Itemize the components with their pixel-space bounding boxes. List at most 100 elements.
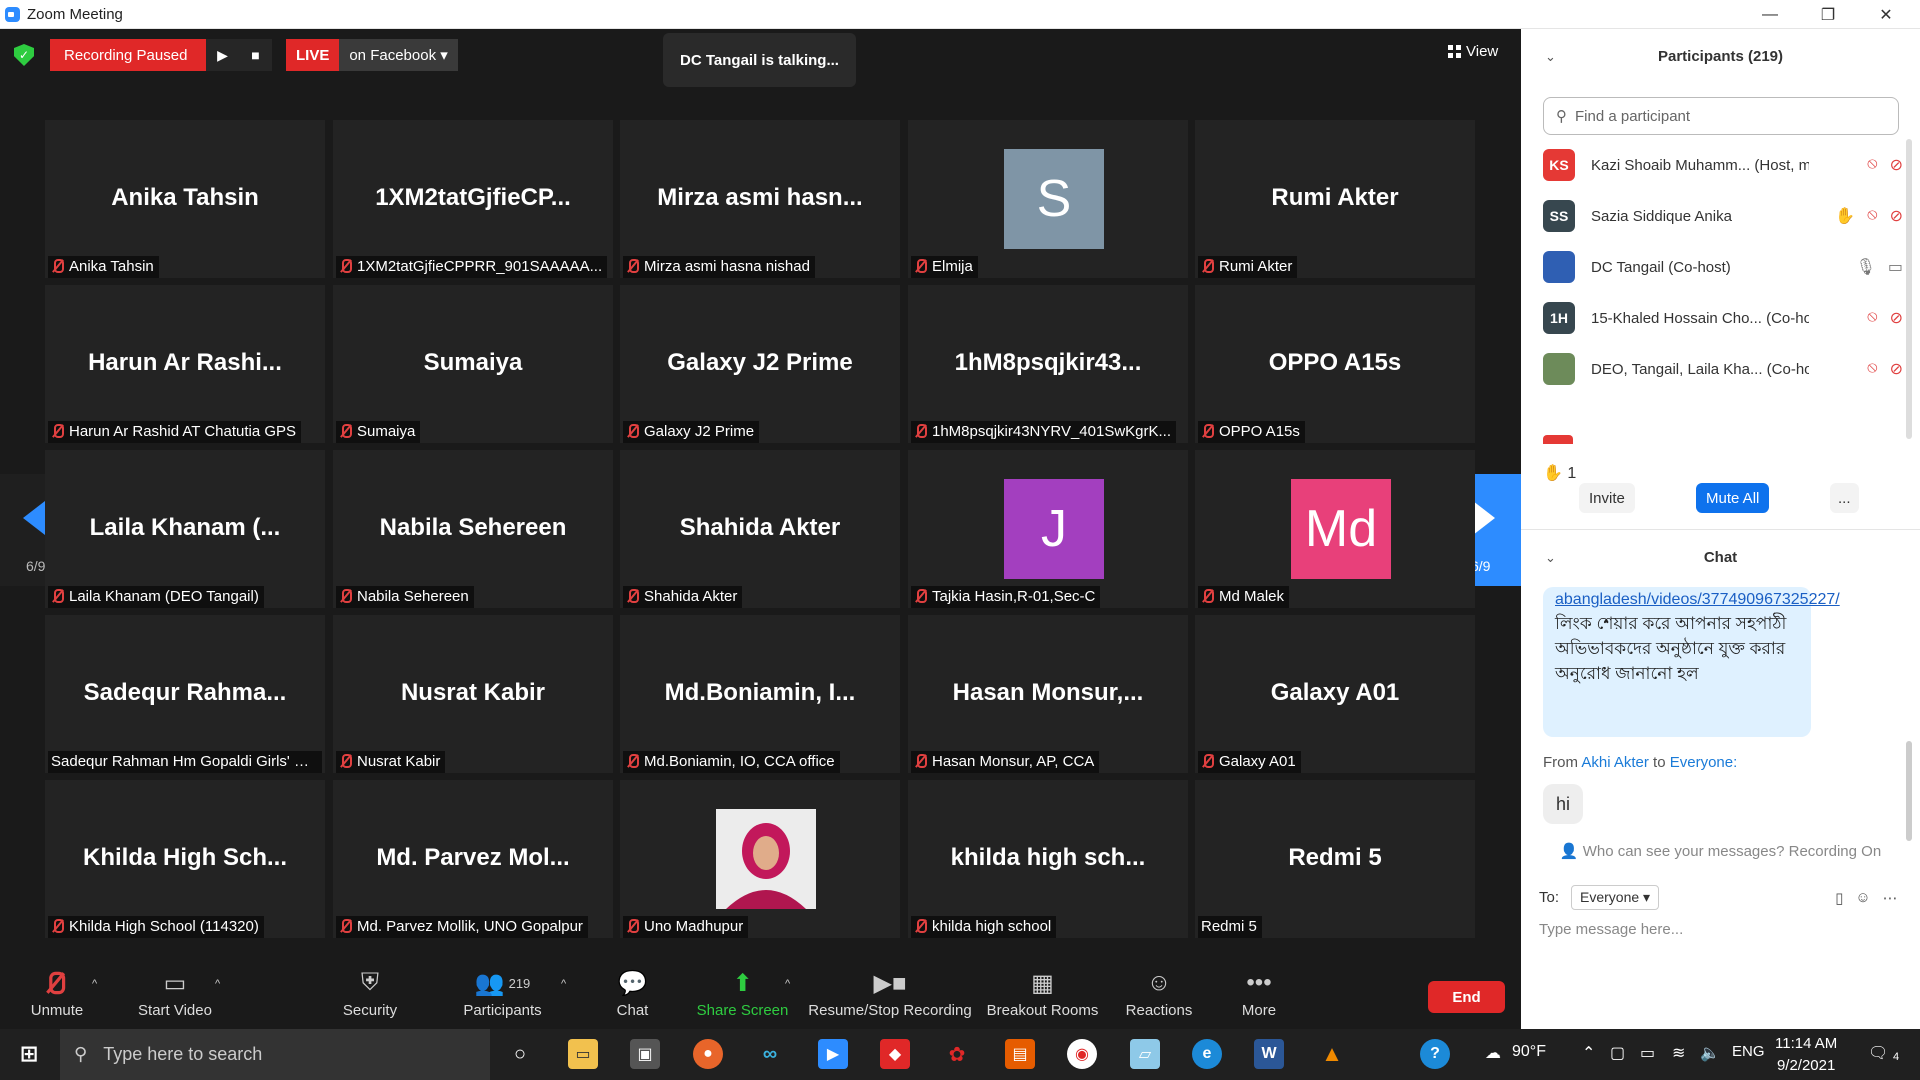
video-tile[interactable]: S Elmija xyxy=(908,120,1188,278)
video-tile[interactable]: Nabila Sehereen Nabila Sehereen xyxy=(333,450,613,608)
video-tile[interactable]: Redmi 5 Redmi 5 xyxy=(1195,780,1475,938)
emoji-icon[interactable]: ☺ xyxy=(1855,889,1870,906)
participants-more-button[interactable]: ... xyxy=(1830,483,1859,513)
view-button[interactable]: View xyxy=(1448,43,1498,60)
video-tile[interactable]: Anika Tahsin Anika Tahsin xyxy=(45,120,325,278)
participant-name: DEO, Tangail, Laila Kha... (Co-host) xyxy=(1591,360,1809,378)
muted-microphone-icon xyxy=(339,754,352,768)
chat-message-input[interactable]: Type message here... xyxy=(1539,921,1683,938)
video-tile[interactable]: J Tajkia Hasin,R-01,Sec-C xyxy=(908,450,1188,608)
firefox-icon[interactable]: ● xyxy=(693,1039,723,1069)
participant-row[interactable]: SS Sazia Siddique Anika ✋ ⦸ ⊘ xyxy=(1543,196,1903,236)
notepad-icon[interactable]: ▱ xyxy=(1130,1039,1160,1069)
store-icon[interactable]: ▣ xyxy=(630,1039,660,1069)
participant-display-name: Nusrat Kabir xyxy=(400,679,546,706)
stop-recording-button[interactable]: ■ xyxy=(239,39,272,71)
resume-recording-button[interactable]: ▶ xyxy=(206,39,239,71)
meeting-toolbar: Unmute ^ ▭ Start Video ^ ⛨ Security 👥 219… xyxy=(0,964,1521,1029)
video-tile[interactable]: Laila Khanam (... Laila Khanam (DEO Tanga… xyxy=(45,450,325,608)
video-tile[interactable]: Harun Ar Rashi... Harun Ar Rashid AT Chat… xyxy=(45,285,325,443)
battery-icon[interactable]: ▭ xyxy=(1640,1043,1655,1063)
video-tile[interactable]: Md.Boniamin, I... Md.Boniamin, IO, CCA of… xyxy=(620,615,900,773)
participants-button[interactable]: 👥 219 Participants xyxy=(455,964,550,1029)
device-icon[interactable]: ▢ xyxy=(1610,1043,1625,1063)
video-tile[interactable]: Sadequr Rahma... Sadequr Rahman Hm Gopald… xyxy=(45,615,325,773)
file-explorer-icon[interactable]: ▭ xyxy=(568,1039,598,1069)
close-button[interactable]: ✕ xyxy=(1858,0,1914,29)
tray-overflow-icon[interactable]: ⌃ xyxy=(1582,1043,1595,1063)
participants-options-caret[interactable]: ^ xyxy=(561,978,566,990)
share-options-caret[interactable]: ^ xyxy=(785,978,790,990)
video-tile[interactable]: Rumi Akter Rumi Akter xyxy=(1195,120,1475,278)
weather-cloud-icon[interactable]: ☁ xyxy=(1485,1043,1501,1063)
video-tile[interactable]: OPPO A15s OPPO A15s xyxy=(1195,285,1475,443)
participant-name-label: 1XM2tatGjfieCPPRR_901SAAAAA... xyxy=(336,256,608,278)
task-view-icon[interactable]: ○ xyxy=(505,1039,535,1069)
reactions-button[interactable]: ☺ Reactions xyxy=(1123,964,1195,1029)
participant-row[interactable]: DC Tangail (Co-host) 🎙 ▭ xyxy=(1543,247,1903,287)
unmute-button[interactable]: Unmute xyxy=(22,964,92,1029)
file-icon[interactable]: ▯ xyxy=(1835,889,1843,907)
chat-scrollbar[interactable] xyxy=(1906,741,1912,841)
minimize-button[interactable]: — xyxy=(1742,0,1798,29)
video-tile[interactable]: 1hM8psqjkir43... 1hM8psqjkir43NYRV_401SwK… xyxy=(908,285,1188,443)
chat-more-icon[interactable]: ⋯ xyxy=(1883,889,1898,907)
video-tile[interactable]: khilda high sch... khilda high school xyxy=(908,780,1188,938)
security-button[interactable]: ⛨ Security xyxy=(335,964,405,1029)
video-tile[interactable]: Mirza asmi hasn... Mirza asmi hasna nisha… xyxy=(620,120,900,278)
recipient-dropdown[interactable]: Everyone ▾ xyxy=(1571,885,1660,910)
word-icon[interactable]: W xyxy=(1254,1039,1284,1069)
app-icon[interactable]: ✿ xyxy=(942,1039,972,1069)
restore-button[interactable]: ❐ xyxy=(1800,0,1856,29)
help-icon[interactable]: ? xyxy=(1420,1039,1450,1069)
windows-start-icon[interactable]: ⊞ xyxy=(14,1039,44,1069)
chrome-icon[interactable]: ◉ xyxy=(1067,1039,1097,1069)
wifi-icon[interactable]: ≋ xyxy=(1672,1043,1685,1063)
mute-all-button[interactable]: Mute All xyxy=(1696,483,1770,513)
video-tile[interactable]: Galaxy J2 Prime Galaxy J2 Prime xyxy=(620,285,900,443)
video-tile[interactable]: Nusrat Kabir Nusrat Kabir xyxy=(333,615,613,773)
resume-stop-recording-button[interactable]: ▶■ Resume/Stop Recording xyxy=(805,964,975,1029)
language-indicator[interactable]: ENG xyxy=(1732,1043,1765,1060)
video-tile[interactable]: Sumaiya Sumaiya xyxy=(333,285,613,443)
participant-row[interactable]: DEO, Tangail, Laila Kha... (Co-host)⦸⊘ xyxy=(1543,349,1903,389)
weather-temperature[interactable]: 90°F xyxy=(1512,1043,1546,1061)
participant-row[interactable]: 1H15-Khaled Hossain Cho... (Co-host)⦸⊘ xyxy=(1543,298,1903,338)
taskbar-search-box[interactable]: ⚲ Type here to search xyxy=(60,1029,490,1080)
live-badge[interactable]: LIVE xyxy=(286,39,340,71)
infinity-app-icon[interactable]: ∞ xyxy=(755,1039,785,1069)
video-tile[interactable]: Khilda High Sch... Khilda High School (11… xyxy=(45,780,325,938)
presentation-app-icon[interactable]: ▤ xyxy=(1005,1039,1035,1069)
taskbar-clock[interactable]: 11:14 AM 9/2/2021 xyxy=(1775,1033,1837,1077)
end-meeting-button[interactable]: End xyxy=(1428,981,1505,1013)
chat-privacy-notice[interactable]: 👤 Who can see your messages? Recording O… xyxy=(1521,842,1920,860)
muted-microphone-icon xyxy=(339,424,352,438)
zoom-taskbar-icon[interactable]: ▶ xyxy=(818,1039,848,1069)
more-button[interactable]: ••• More xyxy=(1233,964,1285,1029)
video-tile[interactable]: Uno Madhupur xyxy=(620,780,900,938)
video-tile[interactable]: Galaxy A01 Galaxy A01 xyxy=(1195,615,1475,773)
video-tile[interactable]: Md. Parvez Mol... Md. Parvez Mollik, UNO … xyxy=(333,780,613,938)
video-tile[interactable]: Md Md Malek xyxy=(1195,450,1475,608)
window-title: Zoom Meeting xyxy=(27,6,123,23)
share-screen-button[interactable]: ⬆ Share Screen xyxy=(695,964,790,1029)
find-participant-input[interactable]: ⚲ Find a participant xyxy=(1543,97,1899,135)
invite-button[interactable]: Invite xyxy=(1579,483,1635,513)
volume-icon[interactable]: 🔈 xyxy=(1700,1043,1720,1063)
vlc-icon[interactable]: ▲ xyxy=(1317,1039,1347,1069)
live-target-dropdown[interactable]: on Facebook ▾ xyxy=(339,39,458,71)
notification-icon[interactable]: 🗨 xyxy=(1868,1043,1888,1063)
participant-row[interactable]: KSKazi Shoaib Muhamm... (Host, me)⦸⊘ xyxy=(1543,145,1903,185)
video-options-caret[interactable]: ^ xyxy=(215,978,220,990)
chat-button[interactable]: 💬 Chat xyxy=(605,964,660,1029)
edge-icon[interactable]: e xyxy=(1192,1039,1222,1069)
start-video-button[interactable]: ▭ Start Video xyxy=(130,964,220,1029)
participants-scrollbar[interactable] xyxy=(1906,139,1912,439)
chat-link[interactable]: abangladesh/videos/377490967325227/ xyxy=(1555,589,1840,611)
video-tile[interactable]: Hasan Monsur,... Hasan Monsur, AP, CCA xyxy=(908,615,1188,773)
breakout-rooms-button[interactable]: ▦ Breakout Rooms xyxy=(985,964,1100,1029)
anydesk-icon[interactable]: ◆ xyxy=(880,1039,910,1069)
video-tile[interactable]: 1XM2tatGjfieCP... 1XM2tatGjfieCPPRR_901SA… xyxy=(333,120,613,278)
video-tile[interactable]: Shahida Akter Shahida Akter xyxy=(620,450,900,608)
audio-options-caret[interactable]: ^ xyxy=(92,978,97,990)
